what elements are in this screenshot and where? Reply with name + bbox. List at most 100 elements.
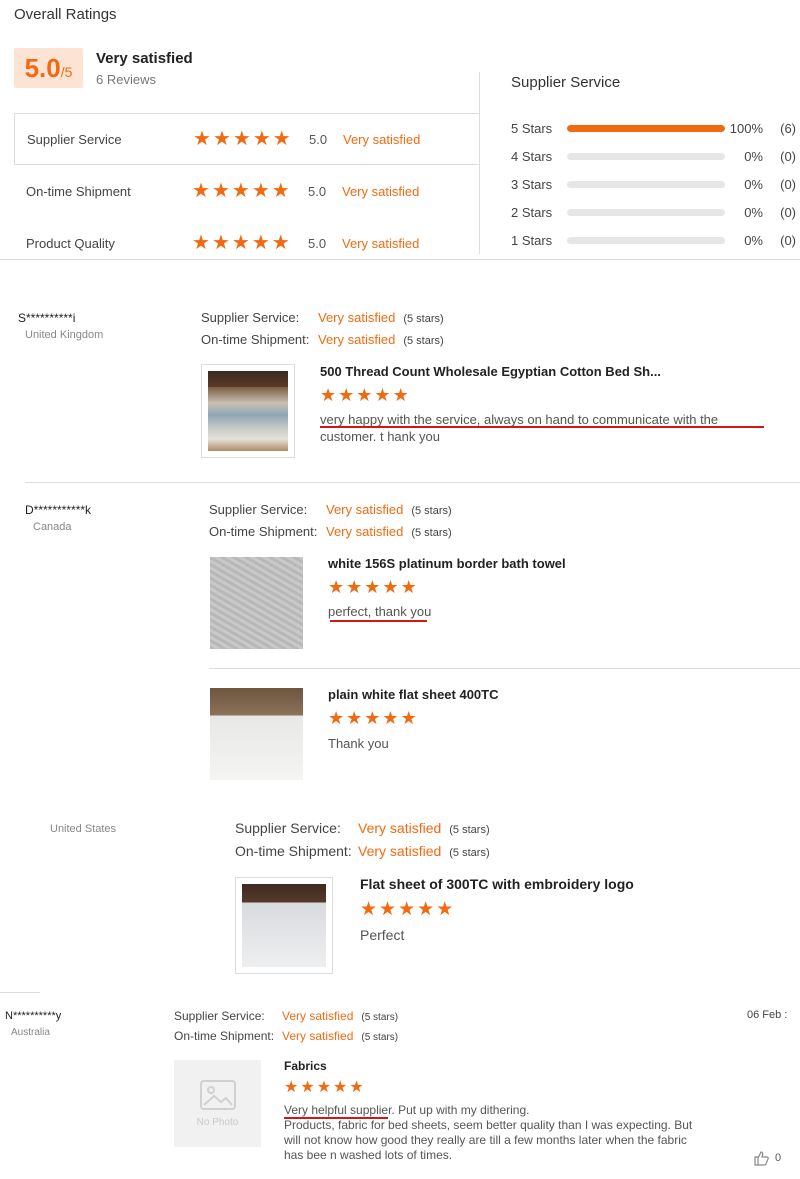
star-icon: ★ <box>271 180 290 202</box>
service-label: Supplier Service: <box>209 502 308 517</box>
star-icon: ★ <box>392 385 409 405</box>
distribution-percent: 0% <box>744 148 763 164</box>
star-icon: ★ <box>364 708 381 728</box>
reviewer-name: S**********i <box>18 311 76 325</box>
service-label: Supplier Service: <box>201 310 300 325</box>
reviewer-country: Australia <box>11 1027 50 1038</box>
star-icon: ★ <box>356 385 373 405</box>
rating-stars: ★ ★ ★ ★ ★ <box>192 233 304 253</box>
product-thumbnail[interactable] <box>235 877 333 974</box>
shipment-stars-text: (5 stars) <box>449 847 490 859</box>
star-icon: ★ <box>382 577 399 597</box>
shipment-value: Very satisfied <box>358 843 442 859</box>
star-icon: ★ <box>328 577 345 597</box>
product-divider <box>209 668 800 669</box>
star-icon: ★ <box>346 577 363 597</box>
shipment-stars-text: (5 stars) <box>361 1032 399 1043</box>
star-icon: ★ <box>211 180 230 202</box>
helpful-button[interactable]: 0 <box>753 1150 781 1166</box>
distribution-label: 2 Stars <box>511 204 553 220</box>
reviewer-country: United Kingdom <box>25 329 104 341</box>
service-rating-line: Supplier Service: Very satisfied (5 star… <box>201 310 444 325</box>
shipment-value: Very satisfied <box>282 1029 354 1043</box>
rating-row-product-quality[interactable]: Product Quality ★ ★ ★ ★ ★ 5.0 Very satisfied <box>14 217 480 269</box>
rating-stars: ★ ★ ★ ★ ★ <box>193 129 305 149</box>
overall-review-count: 6 Reviews <box>96 72 156 87</box>
star-icon: ★ <box>382 708 399 728</box>
star-icon: ★ <box>379 899 397 920</box>
shipment-stars-text: (5 stars) <box>411 527 452 539</box>
image-placeholder-icon <box>199 1080 236 1110</box>
service-value: Very satisfied <box>282 1009 354 1023</box>
review-date: 06 Feb : <box>747 1009 788 1021</box>
service-label: Supplier Service: <box>174 1009 265 1023</box>
product-title[interactable]: 500 Thread Count Wholesale Egyptian Cott… <box>320 364 661 379</box>
product-thumbnail[interactable] <box>210 557 303 649</box>
star-icon: ★ <box>398 899 416 920</box>
rating-row-score: 5.0 <box>309 131 328 147</box>
overall-score-badge: 5.0 /5 <box>14 48 83 88</box>
star-icon: ★ <box>192 180 210 202</box>
star-icon: ★ <box>417 899 435 920</box>
review-text: perfect, thank you <box>328 604 432 619</box>
product-rating-stars: ★ ★ ★ ★ ★ <box>328 709 417 727</box>
product-title[interactable]: Fabrics <box>284 1059 327 1073</box>
star-icon: ★ <box>272 128 291 150</box>
product-title[interactable]: Flat sheet of 300TC with embroidery logo <box>360 876 634 892</box>
reviewer-name: D***********k <box>25 503 92 517</box>
star-icon: ★ <box>232 128 251 150</box>
service-rating-line: Supplier Service: Very satisfied (5 star… <box>174 1009 398 1023</box>
shipment-rating-line: On-time Shipment: Very satisfied (5 star… <box>209 524 452 539</box>
service-rating-line: Supplier Service: Very satisfied (5 star… <box>209 502 452 517</box>
product-rating-stars: ★ ★ ★ ★ ★ <box>328 578 417 596</box>
distribution-bar <box>567 236 725 244</box>
star-icon: ★ <box>320 385 337 405</box>
product-rating-stars: ★ ★ ★ ★ ★ <box>284 1080 364 1096</box>
product-thumbnail[interactable] <box>210 688 303 780</box>
shipment-rating-line: On-time Shipment: Very satisfied (5 star… <box>174 1029 398 1043</box>
rating-row-level: Very satisfied <box>342 235 420 251</box>
distribution-count: (0) <box>780 148 796 164</box>
product-thumbnail[interactable] <box>201 364 295 458</box>
highlight-underline <box>320 426 764 428</box>
rating-row-on-time-shipment[interactable]: On-time Shipment ★ ★ ★ ★ ★ 5.0 Very satisfie… <box>14 165 480 217</box>
product-title[interactable]: plain white flat sheet 400TC <box>328 687 499 702</box>
overall-level: Very satisfied <box>96 50 193 67</box>
star-icon: ★ <box>364 577 381 597</box>
star-icon: ★ <box>212 128 231 150</box>
service-value: Very satisfied <box>318 310 396 325</box>
distribution-title: Supplier Service <box>511 74 621 91</box>
thumbs-up-icon <box>754 1151 769 1166</box>
product-title[interactable]: white 156S platinum border bath towel <box>328 556 566 571</box>
star-icon: ★ <box>284 1079 299 1096</box>
service-stars-text: (5 stars) <box>403 313 444 325</box>
highlight-underline <box>330 620 427 622</box>
product-thumbnail[interactable]: No Photo <box>174 1060 261 1147</box>
review-divider <box>0 992 40 993</box>
shipment-label: On-time Shipment: <box>235 843 352 859</box>
rating-row-supplier-service[interactable]: Supplier Service ★ ★ ★ ★ ★ 5.0 Very satisfie… <box>14 113 480 165</box>
reviewer-name: N**********y <box>5 1010 62 1022</box>
star-icon: ★ <box>338 385 355 405</box>
rating-row-level: Very satisfied <box>343 131 421 147</box>
distribution-bar <box>567 152 725 160</box>
distribution-label: 1 Stars <box>511 232 553 248</box>
reviewer-country: Canada <box>33 521 72 533</box>
service-value: Very satisfied <box>358 820 442 836</box>
rating-row-label: Supplier Service <box>27 131 122 147</box>
shipment-label: On-time Shipment: <box>174 1029 275 1043</box>
rating-row-label: Product Quality <box>26 235 115 251</box>
service-value: Very satisfied <box>326 502 404 517</box>
highlight-underline <box>284 1117 388 1119</box>
distribution-bar <box>567 208 725 216</box>
review-text: Very helpful supplier. Put up with my di… <box>284 1103 704 1163</box>
review-text-line: Very helpful supplier. Put up with my di… <box>284 1103 530 1117</box>
no-photo-label: No Photo <box>196 1117 239 1128</box>
star-icon: ★ <box>360 899 378 920</box>
service-rating-line: Supplier Service: Very satisfied (5 star… <box>235 820 490 836</box>
overall-score: 5.0 <box>24 53 61 83</box>
star-icon: ★ <box>436 899 454 920</box>
star-icon: ★ <box>192 232 210 254</box>
rating-stars: ★ ★ ★ ★ ★ <box>192 181 304 201</box>
distribution-count: (0) <box>780 176 796 192</box>
